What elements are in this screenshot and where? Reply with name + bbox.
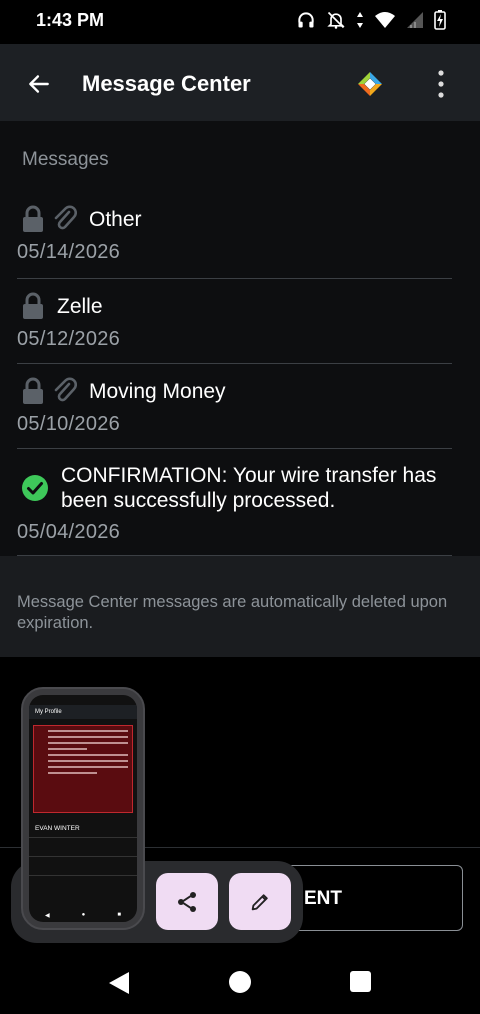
more-vert-icon bbox=[438, 70, 444, 98]
headphones-icon bbox=[298, 12, 314, 28]
message-date: 05/12/2026 bbox=[17, 328, 121, 350]
message-item-zelle[interactable]: Zelle 05/12/2026 bbox=[17, 292, 452, 364]
lock-icon bbox=[23, 205, 43, 232]
wifi-icon bbox=[375, 12, 395, 28]
paperclip-icon bbox=[54, 377, 77, 402]
thumbnail-nav: ◀ ● ■ bbox=[45, 912, 121, 919]
screenshot-thumbnail[interactable]: My Profile EVAN WINTER ◀ ● ■ bbox=[21, 687, 145, 930]
message-date: 05/04/2026 bbox=[17, 521, 121, 543]
data-arrows-icon bbox=[357, 12, 363, 28]
message-date: 05/14/2026 bbox=[17, 241, 121, 263]
lower-area: ENT My Profile EVAN WINTER ◀ ● ■ bbox=[0, 657, 480, 957]
thumbnail-alert bbox=[33, 725, 133, 813]
message-title: Moving Money bbox=[89, 379, 226, 403]
arrow-left-icon bbox=[29, 75, 49, 93]
bell-off-icon bbox=[327, 11, 345, 29]
thumbnail-title: My Profile bbox=[29, 705, 137, 719]
messages-section: Messages Other 05/14/2026 Zelle 05/12/20… bbox=[0, 121, 480, 556]
action-button-label: ENT bbox=[304, 888, 342, 909]
thumbnail-field bbox=[29, 856, 137, 870]
lock-icon bbox=[23, 377, 43, 404]
brand-logo-icon bbox=[356, 70, 384, 103]
thumbnail-name: EVAN WINTER bbox=[35, 825, 80, 832]
action-button[interactable]: ENT bbox=[277, 865, 463, 931]
paperclip-icon bbox=[54, 205, 77, 230]
status-bar: 1:43 PM bbox=[0, 0, 480, 44]
system-nav-bar bbox=[0, 957, 480, 1014]
battery-charging-icon bbox=[434, 10, 446, 30]
nav-back-icon[interactable] bbox=[108, 971, 130, 995]
notice-text: Message Center messages are automaticall… bbox=[17, 593, 448, 632]
message-item-moving-money[interactable]: Moving Money 05/10/2026 bbox=[17, 377, 452, 449]
pencil-icon bbox=[251, 893, 268, 910]
messages-header: Messages bbox=[22, 149, 109, 170]
message-title: Zelle bbox=[57, 294, 103, 318]
thumbnail-field bbox=[29, 837, 137, 851]
status-icons bbox=[296, 10, 446, 30]
message-item-confirmation[interactable]: CONFIRMATION: Your wire transfer has bee… bbox=[17, 463, 452, 556]
nav-recents-icon[interactable] bbox=[350, 971, 371, 992]
page-title: Message Center bbox=[82, 71, 251, 96]
expiration-notice: Message Center messages are automaticall… bbox=[0, 556, 480, 657]
message-title: Other bbox=[89, 207, 142, 231]
message-item-other[interactable]: Other 05/14/2026 bbox=[17, 205, 452, 279]
more-options-button[interactable] bbox=[428, 66, 454, 102]
thumbnail-screen: My Profile EVAN WINTER ◀ ● ■ bbox=[29, 695, 137, 922]
message-date: 05/10/2026 bbox=[17, 413, 121, 435]
share-button[interactable] bbox=[156, 873, 218, 930]
lock-icon bbox=[23, 292, 43, 319]
thumbnail-status-bar bbox=[29, 695, 137, 705]
status-time: 1:43 PM bbox=[36, 10, 105, 30]
thumbnail-field bbox=[29, 875, 137, 889]
edit-button[interactable] bbox=[229, 873, 291, 930]
message-title: CONFIRMATION: Your wire transfer has bee… bbox=[61, 464, 437, 512]
app-bar: Message Center bbox=[0, 44, 480, 121]
signal-icon bbox=[407, 12, 423, 28]
share-icon bbox=[178, 891, 196, 912]
back-button[interactable] bbox=[22, 67, 56, 101]
nav-home-icon[interactable] bbox=[229, 971, 251, 993]
check-circle-icon bbox=[22, 475, 48, 501]
